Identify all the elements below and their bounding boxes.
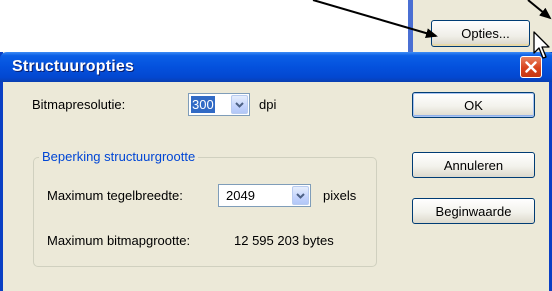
cancel-button[interactable]: Annuleren — [412, 152, 535, 178]
cancel-button-label: Annuleren — [443, 157, 504, 173]
size-limit-groupbox — [33, 157, 377, 267]
bitmap-resolution-unit: dpi — [259, 97, 277, 112]
opties-button-label: Opties... — [461, 26, 510, 41]
ok-button[interactable]: OK — [412, 92, 535, 118]
bitmap-resolution-dropdown-button[interactable] — [231, 95, 248, 114]
max-tile-width-value[interactable]: 2049 — [225, 187, 256, 204]
structuuropties-dialog: Structuuropties Bitmapresolutie: 300 dpi… — [0, 52, 552, 291]
max-tile-width-label: Maximum tegelbreedte: — [47, 188, 183, 203]
max-bitmap-size-label: Maximum bitmapgrootte: — [47, 233, 191, 248]
bitmap-resolution-value[interactable]: 300 — [191, 96, 215, 113]
defaults-button-label: Beginwaarde — [435, 203, 512, 219]
max-tile-width-combo[interactable]: 2049 — [218, 184, 311, 207]
ok-button-label: OK — [464, 97, 483, 113]
bitmap-resolution-combo[interactable]: 300 — [188, 93, 250, 116]
defaults-button[interactable]: Beginwaarde — [412, 198, 535, 224]
dialog-titlebar[interactable]: Structuuropties — [0, 52, 552, 82]
chevron-down-icon — [296, 192, 305, 199]
max-bitmap-size-value: 12 595 203 bytes — [234, 233, 334, 248]
dialog-title: Structuuropties — [12, 58, 135, 75]
screenshot-stage: Opties... Structuuropties Bitmapresoluti… — [0, 0, 552, 291]
chevron-down-icon — [235, 101, 244, 108]
opties-button[interactable]: Opties... — [431, 20, 530, 47]
background-window-edge — [408, 0, 413, 52]
size-limit-group-legend: Beperking structuurgrootte — [39, 149, 199, 164]
mouse-cursor-icon — [533, 31, 550, 59]
max-tile-width-dropdown-button[interactable] — [292, 186, 309, 205]
bitmap-resolution-label: Bitmapresolutie: — [32, 97, 126, 112]
close-x-icon — [525, 61, 537, 73]
max-tile-width-unit: pixels — [323, 188, 357, 203]
